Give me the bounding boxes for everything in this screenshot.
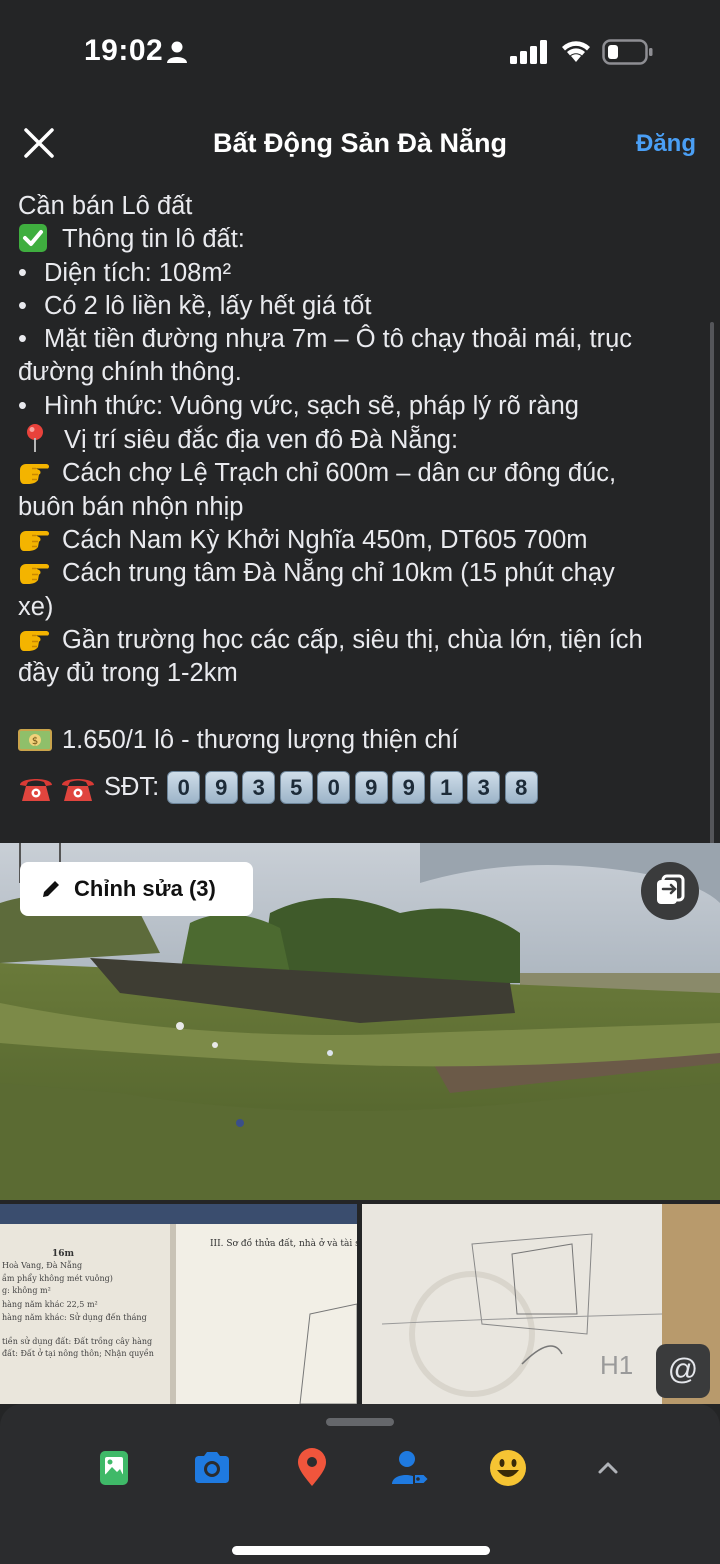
person-icon bbox=[167, 41, 187, 63]
certificate-image: III. Sơ đồ thửa đất, nhà ở và tài s 16m … bbox=[0, 1204, 357, 1404]
check-mark-icon bbox=[19, 224, 47, 253]
status-bar: 19:02 bbox=[0, 0, 720, 100]
location-pin-icon bbox=[27, 424, 43, 453]
bullet: • bbox=[18, 291, 27, 320]
camera-icon[interactable] bbox=[192, 1448, 232, 1488]
chevron-up-icon[interactable] bbox=[588, 1448, 628, 1488]
edit-media-label: Chỉnh sửa (3) bbox=[74, 876, 216, 901]
edit-media-button[interactable]: Chỉnh sửa (3) bbox=[20, 862, 253, 916]
phone-digit: 9 bbox=[204, 771, 238, 805]
list-item: • Diện tích: 108m² bbox=[18, 257, 708, 290]
battery-icon bbox=[602, 39, 653, 65]
phone-digit: 1 bbox=[429, 771, 463, 805]
pointing-hand-icon bbox=[20, 530, 50, 551]
phone-label: SĐT: bbox=[104, 773, 160, 802]
bullet: • bbox=[18, 258, 27, 287]
composer-toolbar bbox=[0, 1404, 720, 1564]
location-pin-icon[interactable] bbox=[292, 1448, 332, 1488]
section-heading: Vị trí siêu đắc địa ven đô Đà Nẵng: bbox=[64, 426, 459, 455]
heading-format-button[interactable]: H1 bbox=[600, 1350, 652, 1390]
list-item: • Mặt tiền đường nhựa 7m – Ô tô chạy thoả… bbox=[18, 323, 708, 356]
post-line-text: Cách trung tâm Đà Nẵng chỉ 10km (15 phút… bbox=[62, 559, 615, 588]
swap-icon bbox=[657, 874, 685, 904]
phone-digit: 9 bbox=[354, 771, 388, 805]
list-item-text: Diện tích: 108m² bbox=[44, 258, 232, 287]
certificate-line: hàng năm khác: Sử dụng đến tháng bbox=[2, 1313, 147, 1322]
phone-digit: 8 bbox=[504, 771, 538, 805]
certificate-line: g: không m² bbox=[2, 1286, 51, 1295]
section-heading: Thông tin lô đất: bbox=[62, 225, 245, 254]
wifi-icon bbox=[562, 41, 590, 62]
certificate-line: Hoà Vang, Đà Nẵng bbox=[2, 1261, 82, 1270]
telephone-icon bbox=[20, 778, 52, 801]
post-line: Thông tin lô đất: bbox=[18, 223, 708, 256]
list-item: • Hình thức: Vuông vức, sạch sẽ, pháp lý … bbox=[18, 390, 708, 423]
cellular-signal-icon bbox=[510, 40, 547, 64]
pointing-hand-icon bbox=[20, 464, 50, 485]
post-line-continuation: đầy đủ trong 1-2km bbox=[18, 659, 238, 688]
bullet: • bbox=[18, 391, 27, 420]
post-line: Cách chợ Lệ Trạch chỉ 600m – dân cư đông… bbox=[18, 457, 708, 490]
tag-people-icon[interactable] bbox=[390, 1448, 430, 1488]
phone-digit: 9 bbox=[392, 771, 426, 805]
post-line: Cần bán Lô đất bbox=[18, 192, 193, 220]
post-line-continuation: xe) bbox=[18, 592, 54, 621]
phone-digit: 3 bbox=[467, 771, 501, 805]
bullet: • bbox=[18, 325, 27, 354]
phone-digit: 5 bbox=[279, 771, 313, 805]
post-line-text: Cách Nam Kỳ Khởi Nghĩa 450m, DT605 700m bbox=[62, 525, 588, 554]
post-line-text: Cách chợ Lệ Trạch chỉ 600m – dân cư đông… bbox=[62, 459, 617, 488]
post-line-continuation: buôn bán nhộn nhịp bbox=[18, 492, 244, 521]
phone-line: SĐT: 0935099138 bbox=[18, 771, 708, 805]
land-certificate-photo[interactable]: III. Sơ đồ thửa đất, nhà ở và tài s 16m … bbox=[0, 1204, 357, 1404]
certificate-line: hàng năm khác 22,5 m² bbox=[2, 1300, 98, 1309]
post-line-text: Gần trường học các cấp, siêu thị, chùa l… bbox=[62, 625, 643, 654]
status-time: 19:02 bbox=[84, 34, 164, 67]
pencil-icon bbox=[43, 881, 59, 897]
list-item: • Có 2 lô liền kề, lấy hết giá tốt bbox=[18, 290, 708, 323]
list-item-text: Hình thức: Vuông vức, sạch sẽ, pháp lý r… bbox=[44, 391, 579, 420]
drag-handle[interactable] bbox=[326, 1418, 394, 1426]
photo-icon[interactable] bbox=[94, 1448, 134, 1488]
money-icon: $ bbox=[18, 728, 52, 751]
mention-button[interactable]: @ bbox=[656, 1344, 710, 1398]
list-item-text: Có 2 lô liền kề, lấy hết giá tốt bbox=[44, 291, 372, 320]
pointing-hand-icon bbox=[20, 564, 50, 585]
certificate-line: tiền sử dụng đất: Đất trồng cây hàng bbox=[2, 1337, 152, 1346]
emoji-icon[interactable] bbox=[488, 1448, 528, 1488]
page-title: Bất Động Sản Đà Nẵng bbox=[212, 128, 508, 158]
pointing-hand-icon bbox=[20, 630, 50, 651]
post-line: $ 1.650/1 lô - thương lượng thiện chí bbox=[18, 724, 708, 757]
post-line: Vị trí siêu đắc địa ven đô Đà Nẵng: bbox=[18, 423, 708, 457]
certificate-line: ầm phẩy không mét vuông) bbox=[2, 1274, 113, 1283]
price-text: 1.650/1 lô - thương lượng thiện chí bbox=[62, 725, 459, 754]
certificate-line: 16m bbox=[52, 1249, 75, 1259]
certificate-line: đất: Đất ở tại nông thôn; Nhận quyền bbox=[2, 1349, 154, 1358]
post-line: Cách Nam Kỳ Khởi Nghĩa 450m, DT605 700m bbox=[18, 524, 708, 557]
list-item-continuation: đường chính thông. bbox=[18, 358, 242, 387]
phone-digit: 0 bbox=[167, 771, 201, 805]
certificate-title: III. Sơ đồ thửa đất, nhà ở và tài s bbox=[210, 1238, 357, 1249]
phone-digit: 3 bbox=[242, 771, 276, 805]
post-line: Cách trung tâm Đà Nẵng chỉ 10km (15 phút… bbox=[18, 557, 708, 590]
post-text-area[interactable]: Cần bán Lô đất Thông tin lô đất: • Diện t… bbox=[18, 190, 708, 805]
post-button[interactable]: Đăng bbox=[636, 130, 696, 158]
list-item-text: Mặt tiền đường nhựa 7m – Ô tô chạy thoải… bbox=[44, 325, 633, 354]
phone-number: 0935099138 bbox=[167, 771, 542, 805]
post-line: Gần trường học các cấp, siêu thị, chùa l… bbox=[18, 624, 708, 657]
phone-digit: 0 bbox=[317, 771, 351, 805]
composer-header: Bất Động Sản Đà Nẵng Đăng bbox=[0, 112, 720, 176]
reorder-media-button[interactable] bbox=[641, 862, 699, 920]
home-indicator[interactable] bbox=[232, 1546, 490, 1555]
telephone-icon bbox=[62, 778, 94, 801]
svg-text:$: $ bbox=[32, 736, 38, 747]
